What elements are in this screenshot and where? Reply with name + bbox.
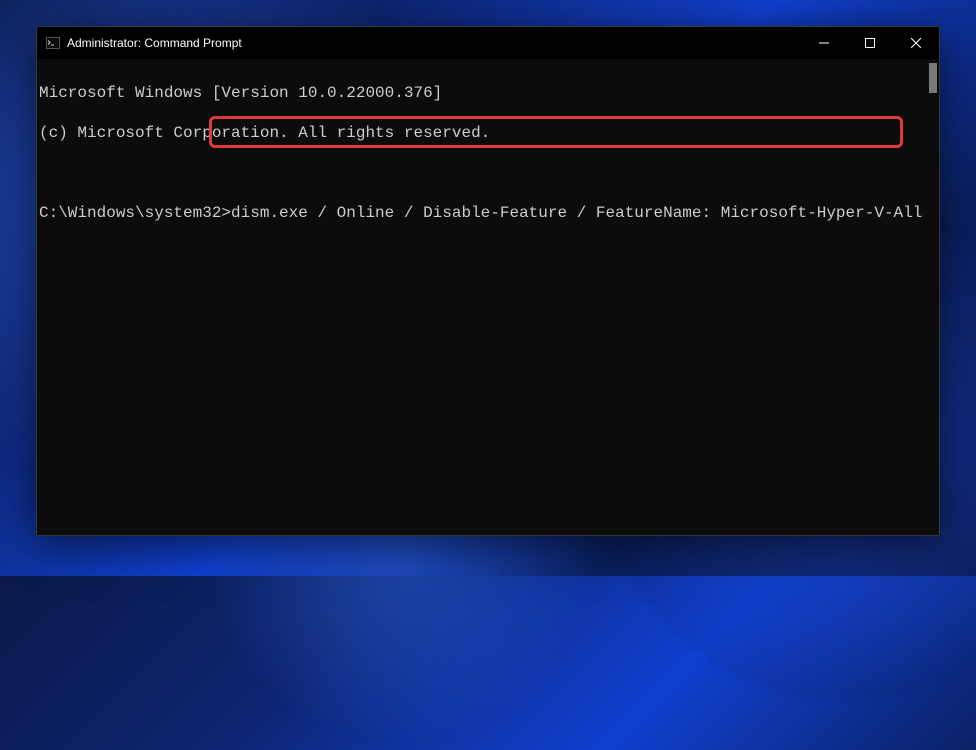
prompt-path: C:\Windows\system32> — [39, 204, 231, 222]
command-prompt-icon — [45, 35, 61, 51]
prompt-line: C:\Windows\system32>dism.exe / Online / … — [39, 203, 922, 223]
typed-command[interactable]: dism.exe / Online / Disable-Feature / Fe… — [231, 204, 922, 222]
command-prompt-window: Administrator: Command Prompt Microsoft … — [36, 26, 940, 536]
output-line-copyright: (c) Microsoft Corporation. All rights re… — [39, 123, 937, 143]
window-title: Administrator: Command Prompt — [67, 36, 242, 50]
minimize-button[interactable] — [801, 27, 847, 59]
titlebar[interactable]: Administrator: Command Prompt — [37, 27, 939, 59]
window-controls — [801, 27, 939, 59]
terminal-content: Microsoft Windows [Version 10.0.22000.37… — [39, 63, 937, 243]
maximize-button[interactable] — [847, 27, 893, 59]
output-line-version: Microsoft Windows [Version 10.0.22000.37… — [39, 83, 937, 103]
terminal-area[interactable]: Microsoft Windows [Version 10.0.22000.37… — [37, 59, 939, 535]
vertical-scrollbar-thumb[interactable] — [929, 63, 937, 93]
titlebar-left: Administrator: Command Prompt — [37, 35, 242, 51]
close-button[interactable] — [893, 27, 939, 59]
output-line-blank — [39, 163, 937, 183]
